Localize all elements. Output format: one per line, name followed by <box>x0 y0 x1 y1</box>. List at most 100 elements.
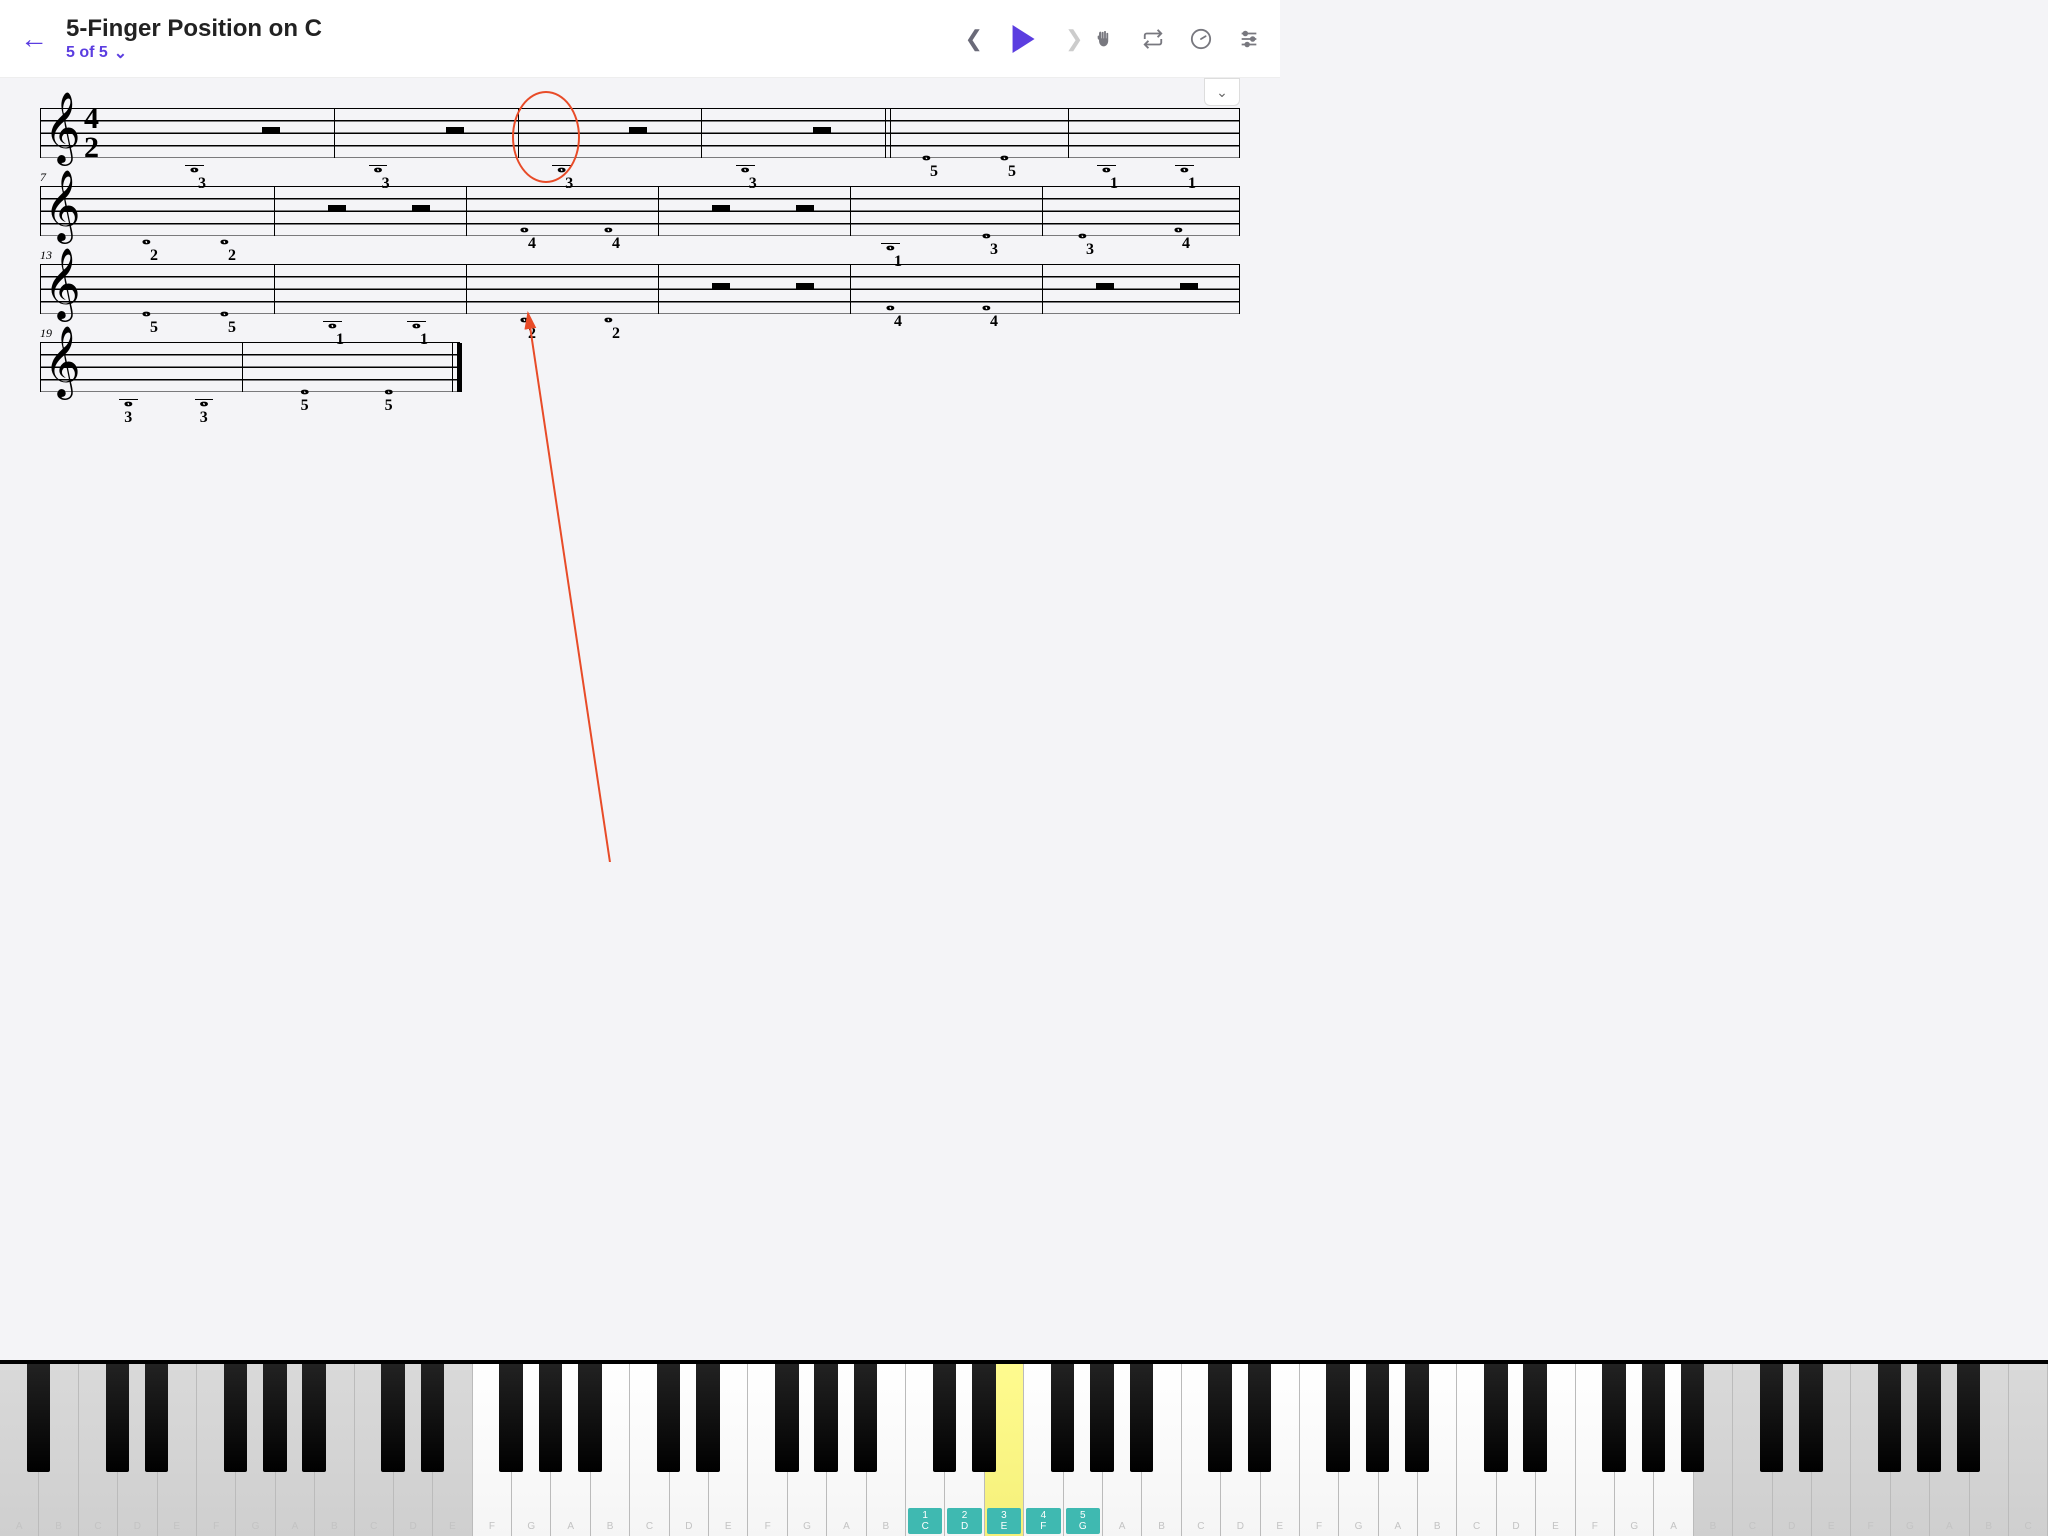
whole-note: 𝅝 <box>604 214 613 236</box>
white-key[interactable]: D <box>670 1364 709 1536</box>
white-key[interactable]: B <box>315 1364 354 1536</box>
white-key[interactable]: D <box>1773 1364 1812 1536</box>
fingering-number: 5 <box>301 397 309 415</box>
white-key[interactable]: B <box>591 1364 630 1536</box>
fingering-number: 4 <box>528 235 536 253</box>
white-key[interactable]: 2D <box>945 1364 984 1536</box>
white-key[interactable]: F <box>1851 1364 1890 1536</box>
whole-note: 𝅝 <box>142 226 151 248</box>
white-key[interactable]: A <box>1654 1364 1693 1536</box>
tempo-icon[interactable] <box>1190 28 1212 50</box>
fingering-number: 5 <box>150 319 158 337</box>
white-key[interactable]: C <box>1457 1364 1496 1536</box>
fingering-number: 2 <box>528 325 536 343</box>
white-key[interactable]: E <box>1812 1364 1851 1536</box>
loop-icon[interactable] <box>1142 28 1164 50</box>
white-key[interactable]: E <box>709 1364 748 1536</box>
white-key[interactable]: C <box>1733 1364 1772 1536</box>
white-key[interactable]: 5G <box>1064 1364 1103 1536</box>
fingering-number: 4 <box>1182 235 1190 253</box>
white-key[interactable]: C <box>2009 1364 2048 1536</box>
white-key[interactable]: G <box>1615 1364 1654 1536</box>
white-key[interactable]: A <box>0 1364 39 1536</box>
white-key[interactable]: B <box>1694 1364 1733 1536</box>
half-rest <box>1180 283 1198 290</box>
whole-note: 𝅝 <box>220 298 229 320</box>
whole-note: 𝅝 <box>1180 154 1189 176</box>
playback-controls: ❮ ❯ <box>965 25 1084 53</box>
whole-note: 𝅝 <box>520 214 529 236</box>
half-rest <box>412 205 430 212</box>
white-key[interactable]: A <box>276 1364 315 1536</box>
whole-note: 𝅝 <box>328 310 337 332</box>
white-key[interactable]: D <box>394 1364 433 1536</box>
fingering-number: 5 <box>385 397 393 415</box>
white-key[interactable]: G <box>788 1364 827 1536</box>
hands-icon[interactable] <box>1094 28 1116 50</box>
white-key[interactable]: D <box>1497 1364 1536 1536</box>
play-button[interactable] <box>1013 25 1035 53</box>
white-key[interactable]: F <box>473 1364 512 1536</box>
white-key[interactable]: E <box>158 1364 197 1536</box>
white-key[interactable]: G <box>512 1364 551 1536</box>
white-key[interactable]: A <box>1930 1364 1969 1536</box>
lesson-title: 5-Finger Position on C <box>66 15 322 43</box>
white-key[interactable]: A <box>1103 1364 1142 1536</box>
lesson-progress-dropdown[interactable]: 5 of 5 ⌄ <box>66 43 322 63</box>
white-key[interactable]: 3E <box>985 1364 1024 1536</box>
finger-badge: 1C <box>908 1508 942 1534</box>
piano-keyboard[interactable]: ABCDEFGABCDEFGABCDEFGAB1C2D3E4F5GABCDEFG… <box>0 1360 2048 1536</box>
finger-badge: 4F <box>1026 1508 1060 1534</box>
white-key[interactable]: A <box>1379 1364 1418 1536</box>
next-button[interactable]: ❯ <box>1065 26 1083 52</box>
white-key[interactable]: E <box>433 1364 472 1536</box>
treble-clef-icon: 𝄞 <box>44 253 81 315</box>
half-rest <box>796 283 814 290</box>
fingering-number: 3 <box>200 409 208 427</box>
whole-note: 𝅝 <box>1102 154 1111 176</box>
white-key[interactable]: G <box>1339 1364 1378 1536</box>
half-rest <box>796 205 814 212</box>
white-key[interactable]: 4F <box>1024 1364 1063 1536</box>
white-key[interactable]: B <box>1142 1364 1181 1536</box>
collapse-toggle[interactable]: ⌄ <box>1204 78 1240 106</box>
white-key[interactable]: G <box>1891 1364 1930 1536</box>
white-key[interactable]: C <box>630 1364 669 1536</box>
treble-clef-icon: 𝄞 <box>44 175 81 237</box>
fingering-number: 3 <box>124 409 132 427</box>
fingering-number: 5 <box>930 163 938 181</box>
whole-note: 𝅝 <box>886 232 895 254</box>
white-key[interactable]: B <box>1970 1364 2009 1536</box>
white-key[interactable]: C <box>1182 1364 1221 1536</box>
white-key[interactable]: D <box>1221 1364 1260 1536</box>
back-button[interactable]: ← <box>20 23 48 55</box>
fingering-number: 3 <box>1086 241 1094 259</box>
white-key[interactable]: C <box>79 1364 118 1536</box>
white-key[interactable]: B <box>39 1364 78 1536</box>
half-rest <box>813 127 831 134</box>
annotation-circle <box>512 91 580 183</box>
chevron-down-icon: ⌄ <box>114 43 127 63</box>
white-key[interactable]: F <box>197 1364 236 1536</box>
prev-button[interactable]: ❮ <box>965 26 983 52</box>
white-key[interactable]: E <box>1261 1364 1300 1536</box>
treble-clef-icon: 𝄞 <box>44 331 81 393</box>
white-key[interactable]: D <box>118 1364 157 1536</box>
white-key[interactable]: C <box>355 1364 394 1536</box>
whole-note: 𝅝 <box>374 154 383 176</box>
white-key[interactable]: G <box>236 1364 275 1536</box>
white-key[interactable]: A <box>827 1364 866 1536</box>
fingering-number: 4 <box>894 313 902 331</box>
white-key[interactable]: F <box>1300 1364 1339 1536</box>
settings-icon[interactable] <box>1238 28 1260 50</box>
white-key[interactable]: 1C <box>906 1364 945 1536</box>
whole-note: 𝅝 <box>922 142 931 164</box>
white-key[interactable]: F <box>748 1364 787 1536</box>
white-key[interactable]: F <box>1576 1364 1615 1536</box>
white-key[interactable]: B <box>1418 1364 1457 1536</box>
finger-badge: 3E <box>987 1508 1021 1534</box>
white-key[interactable]: A <box>551 1364 590 1536</box>
white-key[interactable]: E <box>1536 1364 1575 1536</box>
white-key[interactable]: B <box>867 1364 906 1536</box>
whole-note: 𝅝 <box>1000 142 1009 164</box>
